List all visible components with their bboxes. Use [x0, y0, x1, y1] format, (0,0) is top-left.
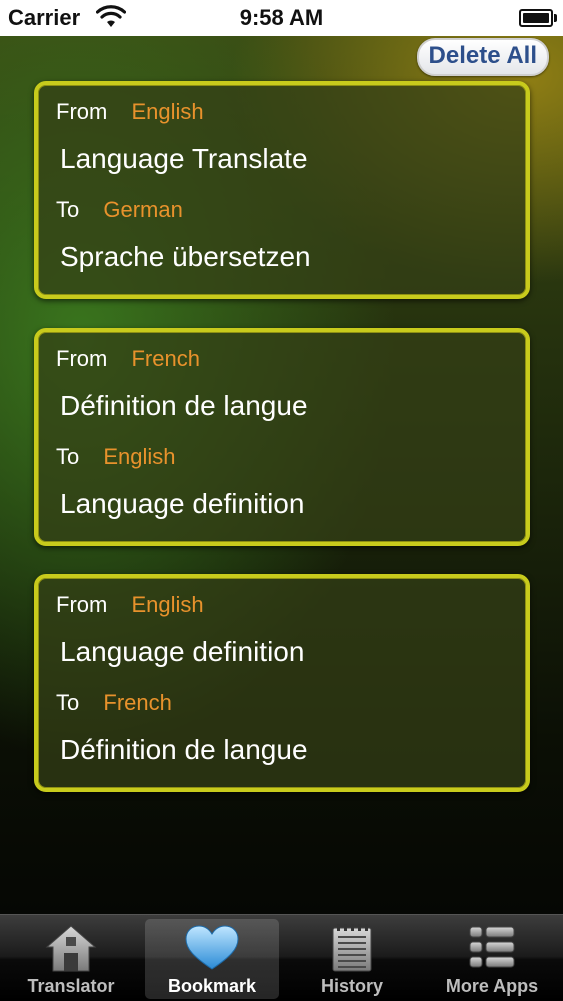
bookmark-card[interactable]: From English Language Translate To Germa… [34, 81, 530, 299]
tab-label: Translator [27, 976, 115, 996]
list-icon [469, 926, 515, 968]
to-row: To French [56, 690, 172, 716]
target-language: English [103, 444, 176, 469]
tab-bar: Translator Bookmark History More Apps [0, 914, 563, 1001]
tab-history[interactable]: History [285, 919, 419, 999]
source-language: English [131, 592, 204, 617]
to-label: To [56, 444, 80, 469]
source-text: Language definition [60, 636, 305, 667]
bookmark-card[interactable]: From French Définition de langue To Engl… [34, 328, 530, 546]
source-text: Définition de langue [60, 390, 308, 421]
delete-all-button[interactable]: Delete All [416, 38, 549, 76]
clock: 9:58 AM [239, 5, 324, 30]
to-label: To [56, 690, 80, 715]
target-text: Définition de langue [60, 734, 308, 765]
tab-label: Bookmark [167, 976, 257, 996]
target-language: French [103, 690, 172, 715]
target-text: Language definition [60, 488, 305, 519]
status-bar: Carrier 9:58 AM [0, 0, 563, 36]
from-label: From [56, 99, 108, 124]
target-language: German [103, 197, 183, 222]
from-label: From [56, 346, 108, 371]
notepad-icon [332, 924, 372, 972]
battery-icon [519, 9, 557, 27]
from-label: From [56, 592, 108, 617]
heart-icon [185, 925, 239, 970]
to-row: To English [56, 444, 176, 470]
from-row: From French [56, 346, 200, 372]
from-row: From English [56, 592, 204, 618]
from-row: From English [56, 99, 204, 125]
to-row: To German [56, 197, 183, 223]
tab-bookmark[interactable]: Bookmark [145, 919, 279, 999]
tab-label: History [320, 976, 383, 996]
bookmark-card[interactable]: From English Language definition To Fren… [34, 574, 530, 792]
bookmark-list: Delete All From English Language Transla… [0, 36, 563, 914]
tab-translator[interactable]: Translator [4, 919, 138, 999]
source-text: Language Translate [60, 143, 308, 174]
house-icon [45, 925, 97, 972]
source-language: French [131, 346, 200, 371]
to-label: To [56, 197, 80, 222]
target-text: Sprache übersetzen [60, 241, 311, 272]
source-language: English [131, 99, 204, 124]
tab-label: More Apps [445, 976, 539, 996]
tab-more-apps[interactable]: More Apps [425, 919, 559, 999]
